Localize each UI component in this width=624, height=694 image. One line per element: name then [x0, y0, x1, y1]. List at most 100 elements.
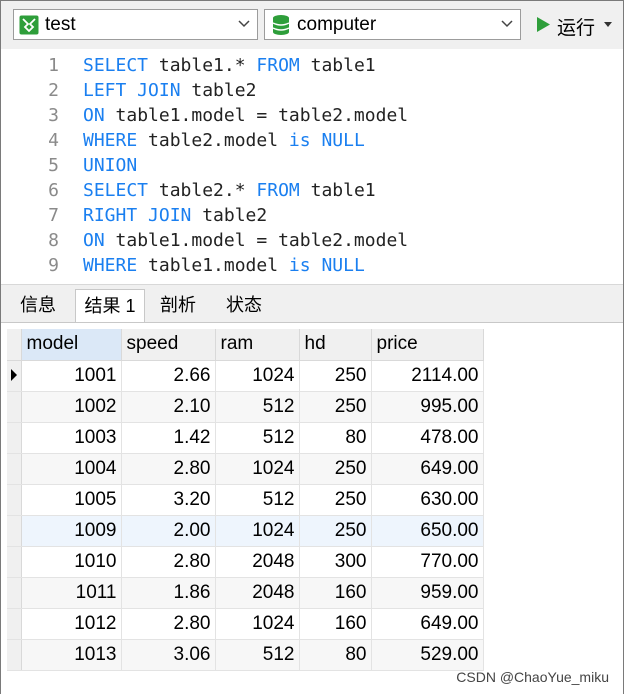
sql-code: LEFT JOIN table2	[83, 78, 256, 103]
sql-line[interactable]: 7 RIGHT JOIN table2	[1, 203, 623, 228]
cell-speed[interactable]: 2.66	[121, 360, 216, 392]
sql-code: SELECT table1.* FROM table1	[83, 53, 376, 78]
cell-model[interactable]: 1011	[21, 577, 122, 609]
cell-price[interactable]: 529.00	[371, 639, 484, 671]
sql-line[interactable]: 6 SELECT table2.* FROM table1	[1, 178, 623, 203]
cell-price[interactable]: 478.00	[371, 422, 484, 454]
cell-model[interactable]: 1005	[21, 484, 122, 516]
table-row[interactable]: 1005 3.20 512 250 630.00	[7, 484, 484, 516]
table-row[interactable]: 1002 2.10 512 250 995.00	[7, 391, 484, 423]
sql-text: table1	[299, 55, 376, 76]
cell-model[interactable]: 1009	[21, 515, 122, 547]
cell-ram[interactable]: 512	[215, 639, 300, 671]
cell-ram[interactable]: 2048	[215, 577, 300, 609]
table-row[interactable]: 1012 2.80 1024 160 649.00	[7, 608, 484, 640]
row-indicator[interactable]	[7, 453, 22, 485]
cell-price[interactable]: 649.00	[371, 608, 484, 640]
cell-price[interactable]: 2114.00	[371, 360, 484, 392]
run-button[interactable]: 运行	[531, 9, 617, 40]
cell-model[interactable]: 1013	[21, 639, 122, 671]
cell-ram[interactable]: 2048	[215, 546, 300, 578]
sql-line[interactable]: 5 UNION	[1, 153, 623, 178]
cell-ram[interactable]: 1024	[215, 360, 300, 392]
cell-hd[interactable]: 250	[299, 453, 372, 485]
column-header-price[interactable]: price	[371, 329, 484, 361]
cell-speed[interactable]: 2.10	[121, 391, 216, 423]
sql-line[interactable]: 2 LEFT JOIN table2	[1, 78, 623, 103]
sql-line[interactable]: 1 SELECT table1.* FROM table1	[1, 53, 623, 78]
table-row[interactable]: 1001 2.66 1024 250 2114.00	[7, 360, 484, 392]
cell-speed[interactable]: 3.20	[121, 484, 216, 516]
row-indicator[interactable]	[7, 360, 22, 392]
cell-hd[interactable]: 80	[299, 422, 372, 454]
cell-price[interactable]: 630.00	[371, 484, 484, 516]
row-indicator[interactable]	[7, 515, 22, 547]
cell-ram[interactable]: 1024	[215, 515, 300, 547]
column-header-speed[interactable]: speed	[121, 329, 216, 361]
cell-price[interactable]: 650.00	[371, 515, 484, 547]
sql-text: table2	[180, 80, 257, 101]
cell-hd[interactable]: 160	[299, 608, 372, 640]
cell-model[interactable]: 1003	[21, 422, 122, 454]
table-row[interactable]: 1013 3.06 512 80 529.00	[7, 639, 484, 671]
cell-speed[interactable]: 3.06	[121, 639, 216, 671]
row-indicator[interactable]	[7, 484, 22, 516]
cell-hd[interactable]: 250	[299, 391, 372, 423]
row-indicator[interactable]	[7, 546, 22, 578]
cell-hd[interactable]: 80	[299, 639, 372, 671]
column-header-model[interactable]: model	[21, 329, 122, 361]
row-indicator[interactable]	[7, 422, 22, 454]
cell-ram[interactable]: 512	[215, 391, 300, 423]
table-row[interactable]: 1004 2.80 1024 250 649.00	[7, 453, 484, 485]
cell-ram[interactable]: 512	[215, 422, 300, 454]
table-row[interactable]: 1003 1.42 512 80 478.00	[7, 422, 484, 454]
cell-model[interactable]: 1004	[21, 453, 122, 485]
cell-price[interactable]: 959.00	[371, 577, 484, 609]
cell-hd[interactable]: 160	[299, 577, 372, 609]
cell-speed[interactable]: 1.42	[121, 422, 216, 454]
tab-status[interactable]: 状态	[211, 289, 277, 323]
run-dropdown-caret-icon[interactable]	[604, 22, 612, 27]
row-indicator[interactable]	[7, 639, 22, 671]
cell-speed[interactable]: 2.80	[121, 546, 216, 578]
sql-editor[interactable]: 1 SELECT table1.* FROM table1 2 LEFT JOIN t…	[1, 49, 623, 284]
cell-model[interactable]: 1012	[21, 608, 122, 640]
cell-hd[interactable]: 250	[299, 484, 372, 516]
connection-select[interactable]: test	[13, 9, 258, 40]
sql-line[interactable]: 4 WHERE table2.model is NULL	[1, 128, 623, 153]
tab-info[interactable]: 信息	[5, 289, 71, 323]
cell-model[interactable]: 1001	[21, 360, 122, 392]
column-header-ram[interactable]: ram	[215, 329, 300, 361]
cell-ram[interactable]: 512	[215, 484, 300, 516]
sql-line[interactable]: 8 ON table1.model = table2.model	[1, 228, 623, 253]
database-select[interactable]: computer	[264, 9, 521, 40]
line-number: 4	[48, 130, 59, 151]
tab-result-1[interactable]: 结果 1	[75, 289, 145, 324]
cell-hd[interactable]: 250	[299, 360, 372, 392]
table-row[interactable]: 1011 1.86 2048 160 959.00	[7, 577, 484, 609]
line-number: 8	[48, 230, 59, 251]
cell-price[interactable]: 995.00	[371, 391, 484, 423]
table-row[interactable]: 1010 2.80 2048 300 770.00	[7, 546, 484, 578]
row-indicator[interactable]	[7, 608, 22, 640]
cell-model[interactable]: 1002	[21, 391, 122, 423]
row-indicator[interactable]	[7, 391, 22, 423]
cell-ram[interactable]: 1024	[215, 453, 300, 485]
cell-speed[interactable]: 2.00	[121, 515, 216, 547]
sql-line[interactable]: 9 WHERE table1.model is NULL	[1, 253, 623, 278]
cell-price[interactable]: 770.00	[371, 546, 484, 578]
table-row[interactable]: 1009 2.00 1024 250 650.00	[7, 515, 484, 547]
cell-hd[interactable]: 250	[299, 515, 372, 547]
cell-model[interactable]: 1010	[21, 546, 122, 578]
sql-keyword: NULL	[321, 130, 365, 151]
cell-hd[interactable]: 300	[299, 546, 372, 578]
column-header-hd[interactable]: hd	[299, 329, 372, 361]
tab-profile[interactable]: 剖析	[145, 289, 211, 323]
cell-speed[interactable]: 2.80	[121, 608, 216, 640]
cell-ram[interactable]: 1024	[215, 608, 300, 640]
cell-price[interactable]: 649.00	[371, 453, 484, 485]
sql-line[interactable]: 3 ON table1.model = table2.model	[1, 103, 623, 128]
cell-speed[interactable]: 1.86	[121, 577, 216, 609]
cell-speed[interactable]: 2.80	[121, 453, 216, 485]
row-indicator[interactable]	[7, 577, 22, 609]
